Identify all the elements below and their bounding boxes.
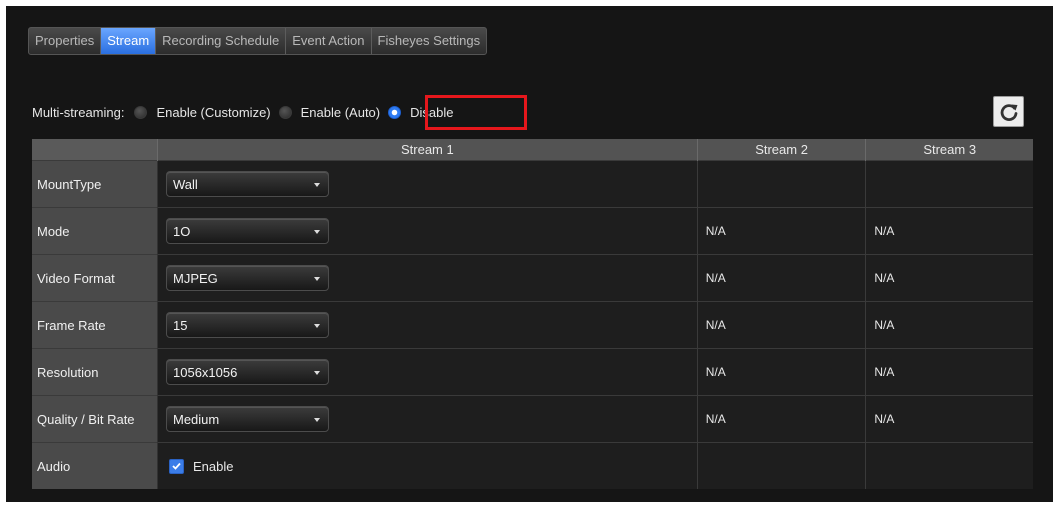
radio-button[interactable]: [134, 105, 148, 119]
chevron-down-icon: [314, 183, 320, 187]
mounttype-select[interactable]: Wall: [166, 171, 329, 197]
table-row: Frame Rate 15 N/A N/A: [32, 301, 1033, 349]
tab-bar: Properties Stream Recording Schedule Eve…: [28, 27, 488, 55]
radio-disable[interactable]: Disable: [388, 105, 453, 120]
frame-rate-select[interactable]: 15: [166, 312, 329, 338]
select-value: MJPEG: [173, 270, 218, 286]
cell-stream3: [865, 160, 1033, 208]
mode-select[interactable]: 1O: [166, 218, 329, 244]
cell-stream1: Wall: [157, 160, 698, 208]
multistreaming-row: Multi-streaming: Enable (Customize) Enab…: [32, 103, 461, 121]
row-label-frame-rate: Frame Rate: [32, 301, 158, 349]
row-label-mode: Mode: [32, 207, 158, 255]
tab-properties[interactable]: Properties: [29, 28, 102, 54]
radio-button[interactable]: [278, 105, 292, 119]
header-stream3: Stream 3: [865, 139, 1033, 161]
cell-stream2: N/A: [696, 301, 866, 349]
table-header-row: Stream 1 Stream 2 Stream 3: [32, 139, 1033, 161]
select-value: 1056x1056: [173, 364, 238, 380]
chevron-down-icon: [314, 371, 320, 375]
table-row: Quality / Bit Rate Medium N/A N/A: [32, 395, 1033, 443]
cell-stream1: 1O: [157, 207, 698, 255]
chevron-down-icon: [314, 324, 320, 328]
cell-stream3: N/A: [865, 301, 1033, 349]
multistreaming-label: Multi-streaming:: [32, 104, 125, 120]
tab-stream[interactable]: Stream: [101, 28, 157, 54]
cell-stream3: [865, 442, 1033, 489]
tab-recording-schedule[interactable]: Recording Schedule: [156, 28, 287, 54]
cell-stream2: N/A: [696, 207, 866, 255]
cell-stream1: 1056x1056: [157, 348, 698, 396]
cell-stream2: [696, 442, 866, 489]
radio-label: Disable: [410, 104, 454, 120]
checkmark-icon: [172, 462, 181, 470]
stream-table: Stream 1 Stream 2 Stream 3 MountType Wal…: [32, 139, 1033, 489]
chevron-down-icon: [314, 418, 320, 422]
cell-stream1: MJPEG: [157, 254, 698, 302]
header-stream2: Stream 2: [697, 139, 867, 161]
table-row: Video Format MJPEG N/A N/A: [32, 254, 1033, 302]
audio-checkbox[interactable]: [169, 458, 184, 474]
resolution-select[interactable]: 1056x1056: [166, 359, 329, 385]
quality-select[interactable]: Medium: [166, 406, 329, 432]
row-label-resolution: Resolution: [32, 348, 158, 396]
radio-enable-auto[interactable]: Enable (Auto): [278, 104, 381, 120]
header-stream1: Stream 1: [157, 139, 698, 161]
radio-label: Enable (Auto): [300, 104, 381, 120]
cell-stream2: N/A: [696, 395, 866, 443]
cell-stream1: Medium: [157, 395, 698, 443]
select-value: 1O: [173, 223, 191, 239]
cell-stream3: N/A: [865, 395, 1033, 443]
row-label-mounttype: MountType: [32, 160, 158, 208]
cell-stream1: Enable: [157, 442, 698, 489]
tab-fisheyes-settings[interactable]: Fisheyes Settings: [372, 28, 487, 54]
chevron-down-icon: [314, 230, 320, 234]
cell-stream2: N/A: [696, 348, 866, 396]
select-value: Wall: [173, 176, 198, 192]
row-label-quality: Quality / Bit Rate: [32, 395, 158, 443]
row-label-video-format: Video Format: [32, 254, 158, 302]
cell-stream1: 15: [157, 301, 698, 349]
cell-stream3: N/A: [865, 207, 1033, 255]
select-value: Medium: [173, 411, 220, 427]
table-row: Mode 1O N/A N/A: [32, 207, 1033, 255]
cell-stream3: N/A: [865, 348, 1033, 396]
cell-stream2: [696, 160, 866, 208]
select-value: 15: [173, 317, 188, 333]
audio-enable-toggle[interactable]: Enable: [166, 458, 697, 474]
header-corner: [32, 139, 158, 161]
refresh-icon: [1000, 103, 1017, 121]
table-row: Audio Enable: [32, 442, 1033, 489]
refresh-button[interactable]: [993, 96, 1024, 127]
radio-label: Enable (Customize): [156, 104, 271, 120]
row-label-audio: Audio: [32, 442, 158, 489]
cell-stream2: N/A: [696, 254, 866, 302]
chevron-down-icon: [314, 277, 320, 281]
checkbox-label: Enable: [193, 458, 234, 474]
tab-event-action[interactable]: Event Action: [286, 28, 372, 54]
video-format-select[interactable]: MJPEG: [166, 265, 329, 291]
table-row: Resolution 1056x1056 N/A N/A: [32, 348, 1033, 396]
radio-enable-customize[interactable]: Enable (Customize): [134, 104, 271, 120]
radio-button-selected[interactable]: [388, 105, 402, 119]
cell-stream3: N/A: [865, 254, 1033, 302]
table-row: MountType Wall: [32, 160, 1033, 208]
